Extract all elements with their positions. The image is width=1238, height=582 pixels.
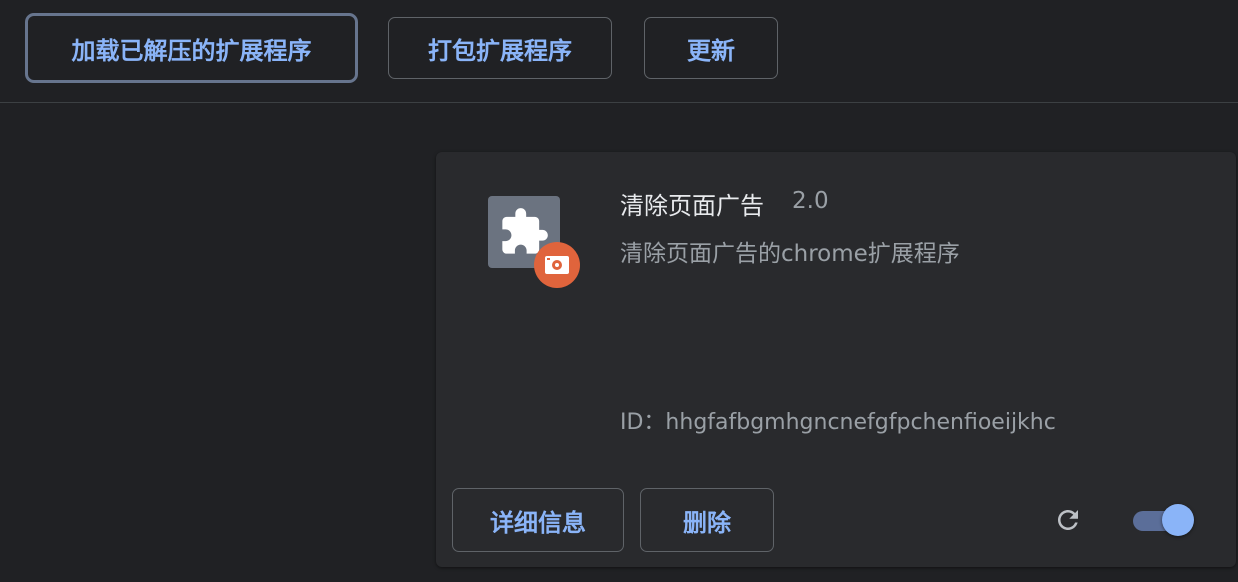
toolbar: 加载已解压的扩展程序 打包扩展程序 更新 (0, 0, 1238, 103)
load-unpacked-button[interactable]: 加载已解压的扩展程序 (25, 13, 358, 83)
toggle-knob (1162, 504, 1194, 536)
extension-card: 清除页面广告 2.0 清除页面广告的chrome扩展程序 ID：hhgfafbg… (436, 152, 1236, 567)
reload-icon[interactable] (1050, 502, 1086, 538)
update-button[interactable]: 更新 (644, 17, 778, 79)
remove-button[interactable]: 删除 (640, 488, 774, 552)
details-button[interactable]: 详细信息 (452, 488, 624, 552)
extension-description: 清除页面广告的chrome扩展程序 (620, 241, 960, 267)
unpacked-source-icon (534, 242, 580, 288)
extension-version: 2.0 (792, 188, 829, 214)
enable-toggle[interactable] (1133, 502, 1197, 538)
extension-id: ID：hhgfafbgmhgncnefgfpchenfioeijkhc (620, 410, 1056, 435)
pack-extension-button[interactable]: 打包扩展程序 (388, 17, 612, 79)
extension-name: 清除页面广告 (620, 192, 764, 220)
